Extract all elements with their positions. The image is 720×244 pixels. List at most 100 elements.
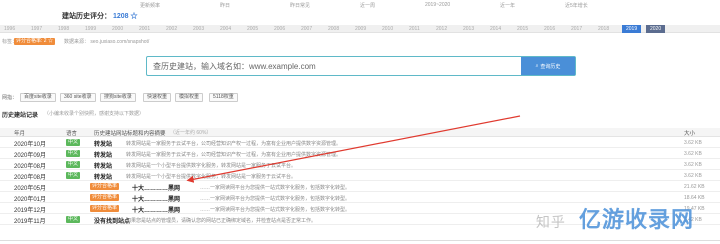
row-lang-badge: 中文 — [66, 216, 81, 223]
watermark-zhihu: 知乎 — [535, 214, 566, 230]
row-title-link[interactable]: 转发站 — [94, 172, 112, 181]
row-lang-badge: 中文 — [66, 139, 81, 146]
top-col: 近5年增长 — [565, 3, 588, 9]
year-tab-2001[interactable]: 2001 — [139, 26, 150, 32]
row-title-link[interactable]: 没有找到站点 — [94, 216, 130, 225]
table-row[interactable]: 2020年09月 中文 转发站 转发网站是一家服务于云试平台，公司经营知识产权一过程，… — [0, 149, 720, 159]
top-col: 昨日常见 — [290, 3, 311, 9]
domain-search-input[interactable] — [147, 57, 517, 75]
search-icon: ⌕ — [535, 63, 539, 69]
year-tab-2015[interactable]: 2015 — [517, 26, 528, 32]
row-description: ……一家网读网平台为您提供一站式数字化服务，包括数字化转型。 — [200, 196, 351, 202]
top-col: 近一年 — [500, 3, 516, 9]
top-col: 近一周 — [360, 3, 376, 9]
history-search: ⌕ 查询历史 — [146, 56, 576, 76]
year-tab-2019[interactable]: 2019 — [622, 25, 642, 33]
row-title-link[interactable]: 十大…………黑网 — [132, 205, 180, 214]
rating-label: 建站历史评分： — [62, 13, 111, 20]
watermark-text: 亿游收录网 — [578, 207, 694, 232]
year-tab-2016[interactable]: 2016 — [544, 26, 555, 32]
data-source: 数据来源： seo.juxiaso.com/snapshot/ — [64, 39, 150, 45]
row-date: 2020年08月 — [14, 175, 47, 181]
year-tab-2003[interactable]: 2003 — [193, 26, 204, 32]
table-row[interactable]: 2020年08月 中文 转发站 转发网站是一个小型平台提供数字化服务，转发网站是一家服… — [0, 171, 720, 181]
tag-fast-weight[interactable]: 快速权重 — [143, 93, 172, 102]
row-lang-badge: 中文 — [66, 172, 81, 179]
section-subtitle: （小编未收录个别快照，感谢支持以下数据） — [44, 111, 145, 117]
search-history-button[interactable]: ⌕ 查询历史 — [521, 57, 575, 75]
table-row[interactable]: 2020年05月 评分合格率 十大…………黑网 ……一家网读网平台为您提供一站式数字化… — [0, 182, 720, 192]
year-tab-2011[interactable]: 2011 — [409, 26, 420, 32]
year-tab-2006[interactable]: 2006 — [274, 26, 285, 32]
rating-badge: 评分合格率: 2 ☆ — [14, 38, 55, 45]
row-title-link[interactable]: 十大…………黑网 — [132, 183, 180, 192]
row-date: 2020年01月 — [14, 197, 47, 203]
row-size: 3.62 KB — [684, 173, 702, 179]
row-date: 2019年11月 — [14, 219, 46, 225]
year-tab-2007[interactable]: 2007 — [301, 26, 312, 32]
header-lang: 语言 — [66, 131, 78, 137]
year-tab-2013[interactable]: 2013 — [463, 26, 474, 32]
header-date: 年月 — [14, 131, 26, 137]
year-tab-2002[interactable]: 2002 — [166, 26, 177, 32]
search-button-label: 查询历史 — [540, 63, 561, 70]
row-lang-badge: 评分合格率 — [90, 205, 120, 212]
top-col: 昨日 — [220, 3, 231, 9]
row-size: 18.64 KB — [684, 195, 705, 201]
row-lang-badge: 中文 — [66, 150, 81, 157]
year-tab-2008[interactable]: 2008 — [328, 26, 339, 32]
year-tab-1997[interactable]: 1997 — [31, 26, 42, 32]
tags-prefix: 网指： — [2, 95, 18, 101]
rating-value: 1208 ☆ — [112, 13, 138, 20]
site-watermark: 知乎 亿游收录网 — [536, 202, 694, 234]
top-col: 2019~2020 — [425, 2, 451, 8]
history-rating: 建站历史评分： 1208 ☆ — [62, 11, 137, 21]
year-tab-2018[interactable]: 2018 — [598, 26, 609, 32]
tag-5118-weight[interactable]: 5118权重 — [209, 93, 238, 102]
table-row[interactable]: 2020年10月 中文 转发站 转发网站是一家服务于云试平台，公司经营知识产权一过程，… — [0, 138, 720, 148]
year-tab-2000[interactable]: 2000 — [112, 26, 123, 32]
row-lang-badge: 中文 — [66, 161, 81, 168]
year-tab-2012[interactable]: 2012 — [436, 26, 447, 32]
row-description: 转发网站是一个小型平台提供数字化服务，转发网站是一家服务于云试平台。 — [126, 174, 297, 180]
tool-tags: 网指： 百度site收录 360 site收录 搜狗site收录 快速权重 模拟… — [0, 93, 720, 103]
year-tab-2020[interactable]: 2020 — [646, 25, 666, 33]
tag-sogou-site[interactable]: 搜狗site收录 — [100, 93, 136, 102]
section-title: 历史建站记录 — [2, 113, 39, 119]
row-title-link[interactable]: 十大…………黑网 — [132, 194, 180, 203]
year-tab-2009[interactable]: 2009 — [355, 26, 366, 32]
row-date: 2020年05月 — [14, 186, 47, 192]
info-line: 标签： 评分合格率: 2 ☆ 数据来源： seo.juxiaso.com/sna… — [0, 38, 720, 46]
tag-baidu-site[interactable]: 百度site收录 — [20, 93, 56, 102]
row-title-link[interactable]: 转发站 — [94, 161, 112, 170]
year-selector: 1996 1997 1998 1999 2000 2001 2002 2003 2004 2005… — [0, 25, 720, 33]
top-columns: 更新频率 昨日 昨日常见 近一周 2019~2020 近一年 近5年增长 — [0, 2, 720, 10]
row-title-link[interactable]: 转发站 — [94, 139, 112, 148]
header-size: 大小 — [684, 131, 696, 137]
year-tab-2004[interactable]: 2004 — [220, 26, 231, 32]
row-size: 3.62 KB — [684, 162, 702, 168]
row-size: 3.62 KB — [684, 140, 702, 146]
year-tab-2017[interactable]: 2017 — [571, 26, 582, 32]
row-description: 转发网站是一家服务于云试平台，公司经营知识产权一过程，为富有企业用户提供数字资源… — [126, 152, 342, 158]
year-tab-1999[interactable]: 1999 — [85, 26, 96, 32]
year-tab-1996[interactable]: 1996 — [4, 26, 15, 32]
header-note: （近一年约 60%） — [170, 130, 212, 136]
tag-sim-weight[interactable]: 模拟权重 — [175, 93, 204, 102]
row-date: 2020年09月 — [14, 153, 47, 159]
row-description: 转发网站是一家服务于云试平台，公司经营知识产权一过程，为富有企业用户提供数字资源… — [126, 141, 342, 147]
year-tab-1998[interactable]: 1998 — [58, 26, 69, 32]
table-row[interactable]: 2020年08月 中文 转发站 转发网站是一个小型平台提供数字化服务，转发网站是一家服… — [0, 160, 720, 170]
row-size: 21.62 KB — [684, 184, 705, 190]
year-tab-2010[interactable]: 2010 — [382, 26, 393, 32]
row-description: 转发网站是一个小型平台提供数字化服务，转发网站是一家服务于云试平台。 — [126, 163, 297, 169]
row-size: 3.62 KB — [684, 151, 702, 157]
row-date: 2019年12月 — [14, 208, 47, 214]
year-tab-2005[interactable]: 2005 — [247, 26, 258, 32]
row-description: ……一家网读网平台为您提供一站式数字化服务，包括数字化转型。 — [200, 185, 351, 191]
row-date: 2020年10月 — [14, 142, 47, 148]
row-title-link[interactable]: 转发站 — [94, 150, 112, 159]
table-header: 年月 语言 历史建站网站标题和内容摘要 （近一年约 60%） 大小 — [0, 128, 720, 137]
year-tab-2014[interactable]: 2014 — [490, 26, 501, 32]
tag-360-site[interactable]: 360 site收录 — [60, 93, 96, 102]
